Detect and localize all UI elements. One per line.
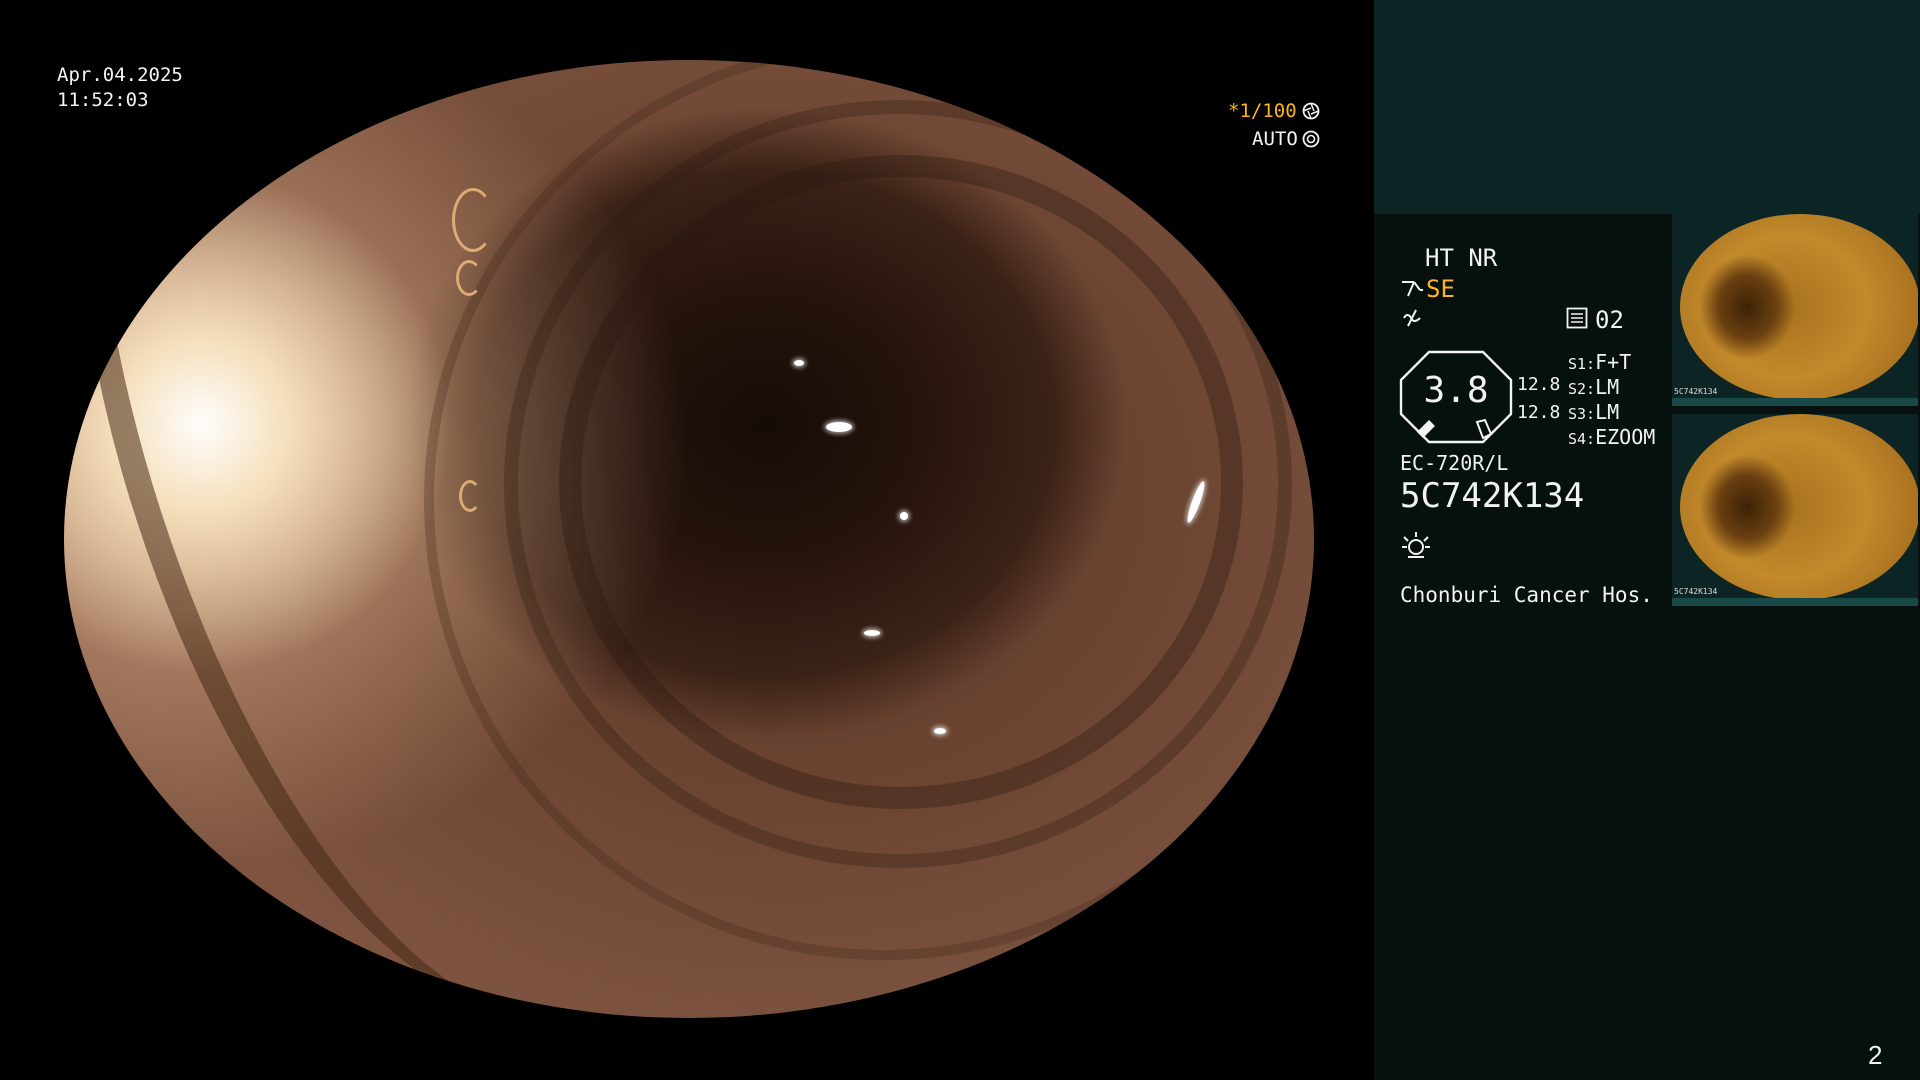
shutter-speed: *1/100 — [1228, 100, 1297, 122]
bubble — [452, 188, 494, 252]
page-number: 2 — [1868, 1040, 1883, 1070]
scope-icon — [1400, 276, 1424, 304]
aperture-icon — [1302, 102, 1320, 124]
info-panel-header — [1374, 0, 1920, 214]
thumbnail-image — [1680, 214, 1918, 400]
thumbnail-bar — [1672, 398, 1918, 406]
thumbnail-2[interactable]: 5C742K134 — [1672, 414, 1918, 606]
thumbnail-bar — [1672, 598, 1918, 606]
value-1: 12.8 — [1517, 374, 1561, 395]
record-icon — [1566, 307, 1588, 333]
thumbnail-caption: 5C742K134 — [1674, 387, 1718, 396]
date-label: Apr.04.2025 — [57, 64, 183, 86]
specular-highlight — [794, 360, 804, 366]
enhancement-label: HT NR — [1425, 244, 1498, 272]
thumbnail-image — [1680, 414, 1918, 600]
scope-serial: 5C742K134 — [1400, 476, 1585, 516]
time-label: 11:52:03 — [57, 89, 149, 111]
switch-list: S1:F+T S2:LM S3:LM S4:EZOOM — [1568, 350, 1655, 450]
scope-model: EC-720R/L — [1400, 451, 1509, 475]
record-number: 02 — [1595, 306, 1624, 334]
specular-highlight — [826, 422, 852, 432]
specular-highlight — [934, 728, 946, 734]
switch-item: S2:LM — [1568, 375, 1620, 399]
value-2: 12.8 — [1517, 402, 1561, 423]
mode-label: SE — [1426, 275, 1455, 303]
light-icon — [1400, 530, 1432, 566]
switch-item: S1:F+T — [1568, 350, 1632, 374]
bubble — [456, 260, 482, 296]
specular-highlight — [900, 512, 908, 520]
thumbnail-caption: 5C742K134 — [1674, 587, 1718, 596]
endoscopic-view — [64, 60, 1314, 1018]
switch-item: S3:LM — [1568, 400, 1620, 424]
hospital-name: Chonburi Cancer Hos. — [1400, 583, 1653, 607]
thumbnail-1[interactable]: 5C742K134 — [1672, 214, 1918, 406]
ratio-value: 3.8 — [1423, 370, 1489, 411]
freeze-icon — [1400, 306, 1424, 334]
iris-icon — [1302, 130, 1320, 152]
specular-highlight — [864, 630, 880, 636]
switch-item: S4:EZOOM — [1568, 425, 1656, 449]
exposure-mode: AUTO — [1252, 128, 1298, 150]
bubble — [459, 480, 481, 512]
